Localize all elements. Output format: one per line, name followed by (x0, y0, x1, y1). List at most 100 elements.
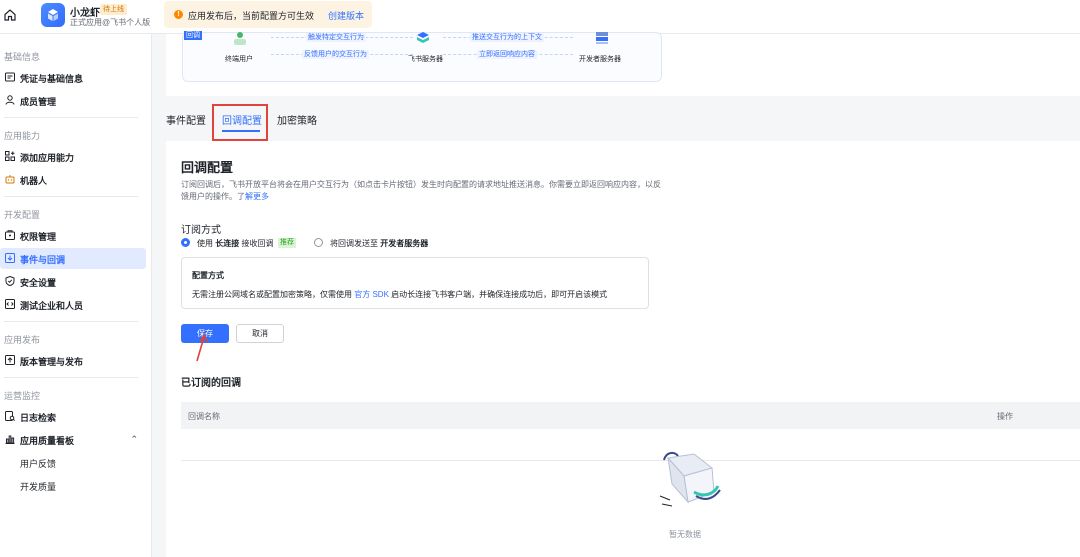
key-icon (5, 230, 15, 240)
sidebar-divider (4, 117, 138, 118)
annotation-highlight-box (212, 104, 268, 141)
option-text: 将回调发送至 (330, 239, 381, 248)
sidebar-item-label: 版本管理与发布 (20, 357, 84, 367)
code-icon (5, 299, 15, 309)
developer-server-option[interactable]: 将回调发送至 开发者服务器 (330, 238, 428, 249)
top-bar: 小龙虾 待上线 正式应用@飞书个人版 ! 应用发布后，当前配置方可生效 创建版本 (0, 0, 1080, 34)
option-bold-text: 长连接 (215, 239, 240, 248)
notice-text: 应用发布后，当前配置方可生效 (188, 11, 315, 21)
official-sdk-link[interactable]: 官方 SDK (354, 290, 389, 299)
tab-encryption[interactable]: 加密策略 (277, 112, 317, 127)
event-icon (5, 253, 15, 263)
user-icon (5, 95, 15, 105)
flow-label-feedback: 反馈用户的交互行为 (302, 50, 369, 59)
sidebar-item-events[interactable]: 事件与回调 (0, 248, 146, 269)
create-version-link[interactable]: 创建版本 (328, 9, 364, 22)
feishu-server-icon (417, 32, 429, 43)
callbacks-table-header: 回调名称 操作 (181, 402, 1080, 429)
flow-diagram-card: 回调 终端用户 触发特定交互行为 反馈用户的交互行为 飞书服务器 推送交互行为的… (166, 31, 1080, 96)
option-bold-text: 开发者服务器 (380, 239, 429, 248)
sidebar-item-permissions[interactable]: 权限管理 (0, 225, 146, 246)
grid-add-icon (5, 151, 15, 161)
flow-label-respond: 立即返回响应内容 (477, 50, 537, 59)
config-mode-title: 配置方式 (192, 271, 224, 280)
sidebar-item-user-feedback[interactable]: 用户反馈 (0, 452, 146, 473)
feishu-server-label: 飞书服务器 (408, 56, 443, 63)
app-logo (41, 3, 65, 27)
sidebar-item-quality-board[interactable]: 应用质量看板 ⌃ (0, 429, 146, 450)
sidebar-item-label: 成员管理 (20, 97, 57, 107)
recommended-badge: 推荐 (278, 238, 296, 248)
sidebar-group-basic: 基础信息 (4, 52, 41, 62)
tab-event-config[interactable]: 事件配置 (166, 112, 206, 127)
sidebar-item-label: 凭证与基础信息 (20, 74, 84, 84)
option-text: 使用 (197, 239, 216, 248)
cancel-button[interactable]: 取消 (236, 324, 284, 343)
long-connection-option[interactable]: 使用 长连接 接收回调 (197, 238, 273, 249)
learn-more-link[interactable]: 解更多 (245, 192, 269, 201)
sidebar-item-label: 安全设置 (20, 278, 57, 288)
sidebar-item-label: 事件与回调 (20, 255, 66, 265)
sidebar-item-test-users[interactable]: 测试企业和人员 (0, 294, 146, 315)
shield-icon (5, 276, 15, 286)
mode-text: 启动长连接飞书客户端，并确保连接成功后，即可开启该模式 (388, 290, 608, 299)
developer-server-icon (596, 32, 608, 44)
config-mode-text: 无需注册公网域名或配置加密策略，仅需使用 官方 SDK 启动长连接飞书客户端，并… (192, 289, 607, 300)
robot-icon (5, 175, 15, 184)
flow-label-push: 推送交互行为的上下文 (470, 33, 544, 42)
option-text: 接收回调 (239, 239, 274, 248)
sidebar-item-label: 权限管理 (20, 232, 57, 242)
app-subtitle: 正式应用@飞书个人版 (70, 18, 151, 27)
sidebar-item-security[interactable]: 安全设置 (0, 271, 146, 292)
sidebar-group-capability: 应用能力 (4, 131, 41, 141)
sidebar-item-label: 日志检索 (20, 413, 57, 423)
sidebar-divider (4, 321, 138, 322)
warning-icon: ! (174, 10, 183, 19)
subscribed-callbacks-title: 已订阅的回调 (181, 378, 241, 389)
sidebar-item-members[interactable]: 成员管理 (0, 90, 146, 111)
developer-server-radio[interactable] (314, 238, 323, 247)
app-status-badge: 待上线 (100, 4, 127, 15)
sidebar-divider (4, 196, 138, 197)
sidebar-item-robot[interactable]: 机器人 (0, 169, 146, 190)
column-header-actions: 操作 (997, 412, 1013, 421)
column-header-name: 回调名称 (188, 412, 220, 421)
chart-icon (5, 435, 15, 444)
sidebar-item-label: 用户反馈 (20, 459, 57, 469)
developer-server-label: 开发者服务器 (579, 56, 621, 63)
mode-text: 无需注册公网域名或配置加密策略，仅需使用 (192, 290, 355, 299)
page-title: 回调配置 (181, 160, 234, 175)
sidebar-group-ops: 运营监控 (4, 391, 41, 401)
callback-description: 订阅回调后，飞书开放平台将会在用户交互行为（如点击卡片按钮）发生时向配置的请求地… (181, 179, 661, 203)
table-divider (181, 460, 1080, 461)
publish-notice: ! 应用发布后，当前配置方可生效 创建版本 (164, 1, 372, 28)
home-icon[interactable] (3, 8, 17, 22)
annotation-arrow (196, 333, 208, 362)
config-mode-box: 配置方式 无需注册公网域名或配置加密策略，仅需使用 官方 SDK 启动长连接飞书… (181, 257, 649, 309)
sidebar-item-add-capability[interactable]: 添加应用能力 (0, 146, 146, 167)
end-user-icon (234, 32, 246, 45)
config-tabs: 事件配置 回调配置 加密策略 (152, 97, 1080, 135)
long-connection-radio[interactable] (181, 238, 190, 247)
callback-tag: 回调 (184, 31, 202, 40)
sidebar-item-label: 添加应用能力 (20, 153, 75, 163)
sidebar-group-dev: 开发配置 (4, 210, 41, 220)
sidebar-item-credentials[interactable]: 凭证与基础信息 (0, 67, 146, 88)
subscription-method-title: 订阅方式 (181, 225, 221, 236)
sidebar-item-label: 开发质量 (20, 482, 57, 492)
credential-icon (5, 72, 15, 82)
log-icon (5, 411, 15, 421)
sidebar-item-logs[interactable]: 日志检索 (0, 406, 146, 427)
chevron-up-icon[interactable]: ⌃ (130, 434, 138, 445)
upload-icon (5, 355, 15, 365)
sidebar-divider (4, 377, 138, 378)
flow-diagram: 回调 终端用户 触发特定交互行为 反馈用户的交互行为 飞书服务器 推送交互行为的… (182, 31, 662, 82)
callback-config-panel: 回调配置 订阅回调后，飞书开放平台将会在用户交互行为（如点击卡片按钮）发生时向配… (166, 141, 1080, 557)
flow-label-trigger: 触发特定交互行为 (306, 33, 366, 42)
sidebar-item-versions[interactable]: 版本管理与发布 (0, 350, 146, 371)
sidebar-item-label: 应用质量看板 (20, 436, 75, 446)
sidebar-item-dev-quality[interactable]: 开发质量 (0, 475, 146, 496)
empty-box-icon (659, 451, 721, 507)
sidebar-group-release: 应用发布 (4, 335, 41, 345)
sidebar: 基础信息 凭证与基础信息 成员管理 应用能力 添加应用能力 机器人 开发配置 权… (0, 34, 152, 557)
